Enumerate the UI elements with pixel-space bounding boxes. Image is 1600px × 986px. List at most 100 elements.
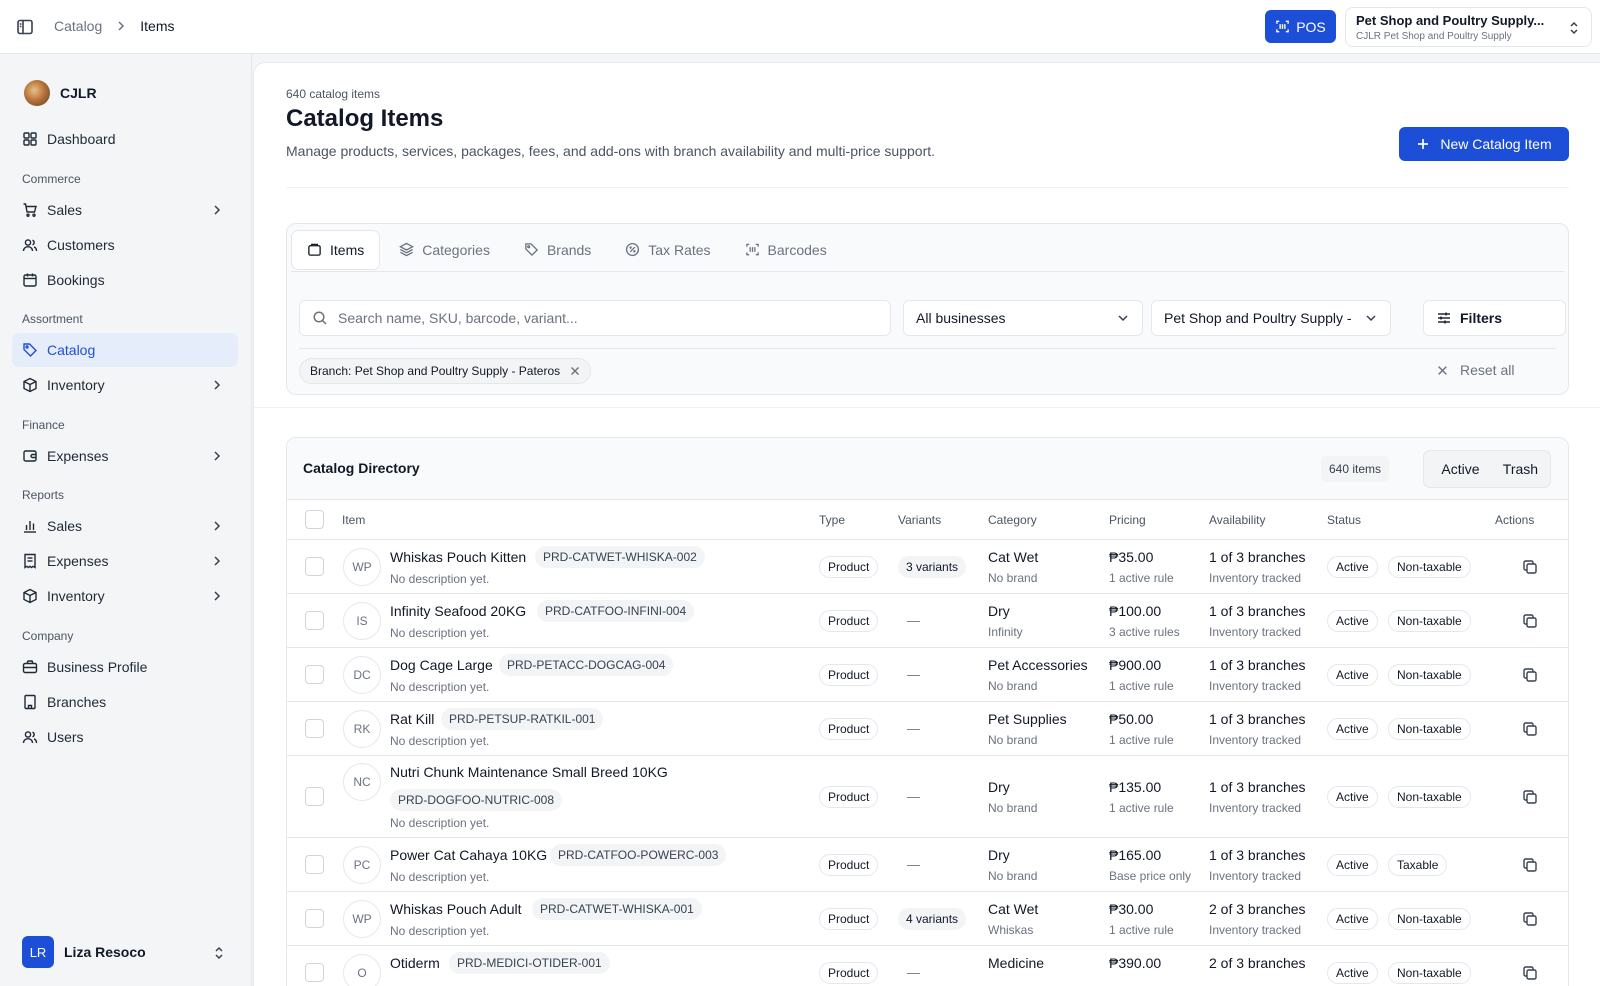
price: ₱135.00 — [1109, 779, 1162, 795]
nav-group-company: Company — [22, 629, 74, 643]
item-name[interactable]: Rat Kill — [390, 711, 434, 727]
row-checkbox[interactable] — [305, 787, 324, 806]
search-icon — [313, 311, 327, 325]
inventory-tracking: Inventory tracked — [1209, 801, 1302, 815]
chevrons-up-down-icon — [1570, 21, 1578, 35]
filters-label: Filters — [1460, 310, 1503, 326]
copy-icon[interactable] — [1522, 613, 1538, 629]
avatar: LR — [22, 936, 54, 968]
availability: 2 of 3 branches — [1209, 901, 1306, 917]
sidebar-item-users[interactable]: Users — [12, 720, 238, 754]
price: ₱390.00 — [1109, 955, 1162, 971]
user-menu[interactable]: LR Liza Resoco — [22, 936, 223, 968]
sidebar-item-business-profile[interactable]: Business Profile — [12, 650, 238, 684]
chevron-right-icon — [214, 591, 221, 601]
breadcrumb-items: Items — [140, 18, 175, 34]
status-badge: Active — [1327, 610, 1378, 632]
item-description: No description yet. — [390, 870, 490, 884]
tax-badge: Non-taxable — [1388, 664, 1471, 686]
sidebar-toggle-icon[interactable] — [16, 18, 34, 36]
pos-label: POS — [1296, 18, 1326, 35]
breadcrumb-catalog[interactable]: Catalog — [54, 18, 102, 34]
copy-icon[interactable] — [1522, 667, 1538, 683]
row-checkbox[interactable] — [305, 557, 324, 576]
item-name[interactable]: Whiskas Pouch Kitten — [390, 549, 526, 565]
item-name[interactable]: Infinity Seafood 20KG — [390, 603, 526, 619]
sidebar-item-sales[interactable]: Sales — [12, 193, 238, 227]
type-badge: Product — [819, 786, 879, 808]
business-switcher[interactable]: Pet Shop and Poultry Supply... CJLR Pet … — [1345, 7, 1592, 47]
tab-label: Tax Rates — [648, 241, 711, 258]
toggle-trash[interactable]: Trash — [1494, 454, 1547, 484]
tag-icon — [525, 243, 538, 257]
copy-icon[interactable] — [1522, 789, 1538, 805]
row-checkbox[interactable] — [305, 963, 324, 982]
tab-brands[interactable]: Brands — [509, 230, 606, 270]
table-row: PC Power Cat Cahaya 10KG PRD-CATFOO-POWE… — [287, 838, 1568, 892]
business-select[interactable]: All businesses — [903, 300, 1143, 336]
item-name[interactable]: Dog Cage Large — [390, 657, 493, 673]
price: ₱100.00 — [1109, 603, 1162, 619]
price-rule: 1 active rule — [1109, 733, 1174, 747]
sidebar-item-label: Dashboard — [47, 131, 116, 147]
chevron-right-icon — [118, 21, 125, 31]
column-status: Status — [1327, 513, 1362, 527]
search-field[interactable] — [299, 300, 891, 336]
price-rule: 3 active rules — [1109, 625, 1180, 639]
sku-badge: PRD-CATWET-WHISKA-001 — [532, 898, 702, 920]
tab-label: Barcodes — [767, 241, 827, 258]
tax-badge: Non-taxable — [1388, 556, 1471, 578]
sidebar-item-customers[interactable]: Customers — [12, 228, 238, 262]
sidebar-item-branches[interactable]: Branches — [12, 685, 238, 719]
plus-icon — [1418, 139, 1429, 149]
copy-icon[interactable] — [1522, 911, 1538, 927]
close-icon[interactable] — [570, 366, 580, 376]
column-availability: Availability — [1209, 513, 1266, 527]
status-badge: Active — [1327, 556, 1378, 578]
item-name[interactable]: Otiderm — [390, 955, 440, 971]
org-switcher[interactable]: CJLR — [24, 80, 97, 106]
row-checkbox[interactable] — [305, 719, 324, 738]
category-name: Pet Supplies — [988, 711, 1067, 727]
tab-barcodes[interactable]: Barcodes — [730, 230, 842, 270]
pos-button[interactable]: POS — [1265, 10, 1336, 43]
sidebar-item-dashboard[interactable]: Dashboard — [12, 122, 238, 156]
tab-tax-rates[interactable]: Tax Rates — [610, 230, 725, 270]
row-checkbox[interactable] — [305, 855, 324, 874]
toggle-active[interactable]: Active — [1427, 454, 1494, 484]
search-input[interactable] — [338, 310, 858, 326]
item-name[interactable]: Whiskas Pouch Adult — [390, 901, 522, 917]
filters-button[interactable]: Filters — [1423, 300, 1566, 336]
package-icon — [23, 377, 37, 393]
select-all-checkbox[interactable] — [305, 510, 324, 529]
copy-icon[interactable] — [1522, 721, 1538, 737]
sidebar-item-bookings[interactable]: Bookings — [12, 263, 238, 297]
branch-select[interactable]: Pet Shop and Poultry Supply - — [1151, 300, 1391, 336]
tab-items[interactable]: Items — [291, 229, 381, 270]
item-name[interactable]: Power Cat Cahaya 10KG — [390, 847, 547, 863]
new-catalog-item-button[interactable]: New Catalog Item — [1399, 127, 1569, 161]
item-name[interactable]: Nutri Chunk Maintenance Small Breed 10KG — [390, 764, 668, 780]
tab-categories[interactable]: Categories — [384, 230, 505, 270]
table-row: NC Nutri Chunk Maintenance Small Breed 1… — [287, 756, 1568, 838]
sidebar-item-report-sales[interactable]: Sales — [12, 509, 238, 543]
copy-icon[interactable] — [1522, 559, 1538, 575]
brand-name: No brand — [988, 571, 1038, 585]
sidebar-item-inventory[interactable]: Inventory — [12, 368, 238, 402]
reset-all-button[interactable]: Reset all — [1437, 362, 1514, 378]
row-checkbox[interactable] — [305, 665, 324, 684]
filter-chip-label: Branch: Pet Shop and Poultry Supply - Pa… — [310, 364, 561, 378]
tab-label: Items — [330, 241, 365, 258]
row-checkbox[interactable] — [305, 611, 324, 630]
sidebar-item-expenses[interactable]: Expenses — [12, 439, 238, 473]
sku-badge: PRD-MEDICI-OTIDER-001 — [449, 952, 610, 974]
grid-icon — [23, 132, 37, 146]
sidebar-item-catalog[interactable]: Catalog — [12, 333, 238, 367]
column-actions: Actions — [1495, 513, 1535, 527]
sidebar-item-report-expenses[interactable]: Expenses — [12, 544, 238, 578]
category-name: Medicine — [988, 955, 1045, 971]
row-checkbox[interactable] — [305, 909, 324, 928]
sidebar-item-report-inventory[interactable]: Inventory — [12, 579, 238, 613]
copy-icon[interactable] — [1522, 965, 1538, 981]
copy-icon[interactable] — [1522, 857, 1538, 873]
